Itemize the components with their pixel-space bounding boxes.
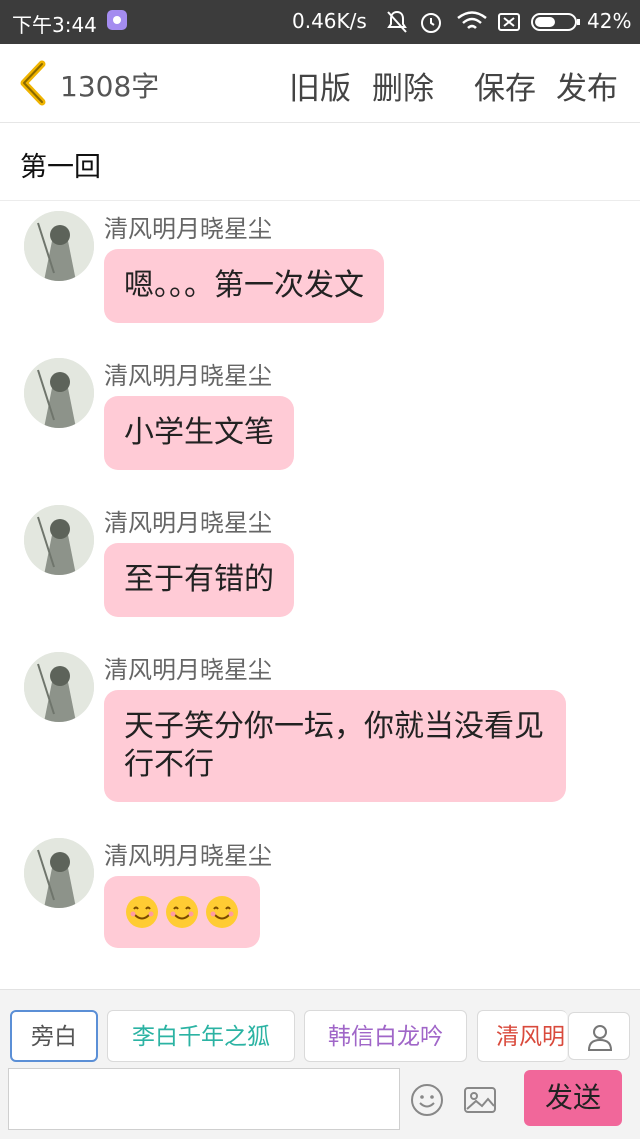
compose-bar: 旁白 李白千年之狐 韩信白龙吟 清风明 发送 — [0, 989, 640, 1139]
save-button[interactable]: 保存 — [474, 63, 536, 108]
battery-icon — [531, 13, 580, 31]
send-button[interactable]: 发送 — [524, 1070, 622, 1126]
network-speed: 0.46K/s — [292, 9, 367, 33]
smile-emoji-icon — [126, 896, 158, 928]
delete-button[interactable]: 删除 — [372, 63, 434, 108]
chapter-title-bar[interactable]: 第一回 — [0, 123, 640, 201]
status-time: 下午3:44 — [12, 13, 97, 37]
word-count: 1308字 — [60, 70, 160, 103]
smile-emoji-icon — [166, 896, 198, 928]
message-list[interactable]: 清风明月晓星尘 嗯。。。第一次发文 清风明月晓星尘 小学生文笔 清风明月晓星尘 … — [0, 201, 640, 989]
no-sim-icon — [498, 13, 520, 31]
chapter-title: 第一回 — [20, 152, 101, 183]
avatar[interactable] — [24, 838, 94, 908]
person-icon — [587, 1025, 613, 1051]
message-input[interactable] — [8, 1068, 400, 1130]
role-chip-qingfeng[interactable]: 清风明 — [477, 1010, 567, 1062]
message-bubble[interactable] — [104, 876, 260, 948]
message-bubble[interactable]: 嗯。。。第一次发文 — [104, 249, 384, 323]
emoji-icon[interactable] — [409, 1082, 445, 1118]
app-notification-icon — [107, 10, 127, 30]
sender-name: 清风明月晓星尘 — [104, 362, 272, 390]
message-bubble[interactable]: 小学生文笔 — [104, 396, 294, 470]
publish-button[interactable]: 发布 — [556, 63, 618, 108]
back-arrow-icon[interactable] — [16, 60, 50, 106]
avatar[interactable] — [24, 652, 94, 722]
battery-percent: 42% — [587, 9, 632, 33]
role-chip-hanxin[interactable]: 韩信白龙吟 — [304, 1010, 467, 1062]
role-manage-button[interactable] — [568, 1012, 630, 1060]
sender-name: 清风明月晓星尘 — [104, 656, 272, 684]
message-bubble[interactable]: 天子笑分你一坛，你就当没看见行不行 — [104, 690, 566, 802]
avatar[interactable] — [24, 505, 94, 575]
status-bar: 下午3:44 0.46K/s 42% — [0, 0, 640, 44]
message-bubble[interactable]: 至于有错的 — [104, 543, 294, 617]
smile-emoji-icon — [206, 896, 238, 928]
wifi-icon — [457, 11, 487, 29]
alarm-icon — [421, 13, 441, 33]
avatar[interactable] — [24, 211, 94, 281]
bell-muted-icon — [387, 10, 407, 33]
role-chip-libai[interactable]: 李白千年之狐 — [107, 1010, 295, 1062]
sender-name: 清风明月晓星尘 — [104, 509, 272, 537]
image-icon[interactable] — [462, 1082, 498, 1118]
sender-name: 清风明月晓星尘 — [104, 842, 272, 870]
old-version-button[interactable]: 旧版 — [289, 63, 351, 108]
role-chip-narration[interactable]: 旁白 — [10, 1010, 98, 1062]
sender-name: 清风明月晓星尘 — [104, 215, 272, 243]
avatar[interactable] — [24, 358, 94, 428]
editor-header: 1308字 旧版 删除 保存 发布 — [0, 44, 640, 123]
